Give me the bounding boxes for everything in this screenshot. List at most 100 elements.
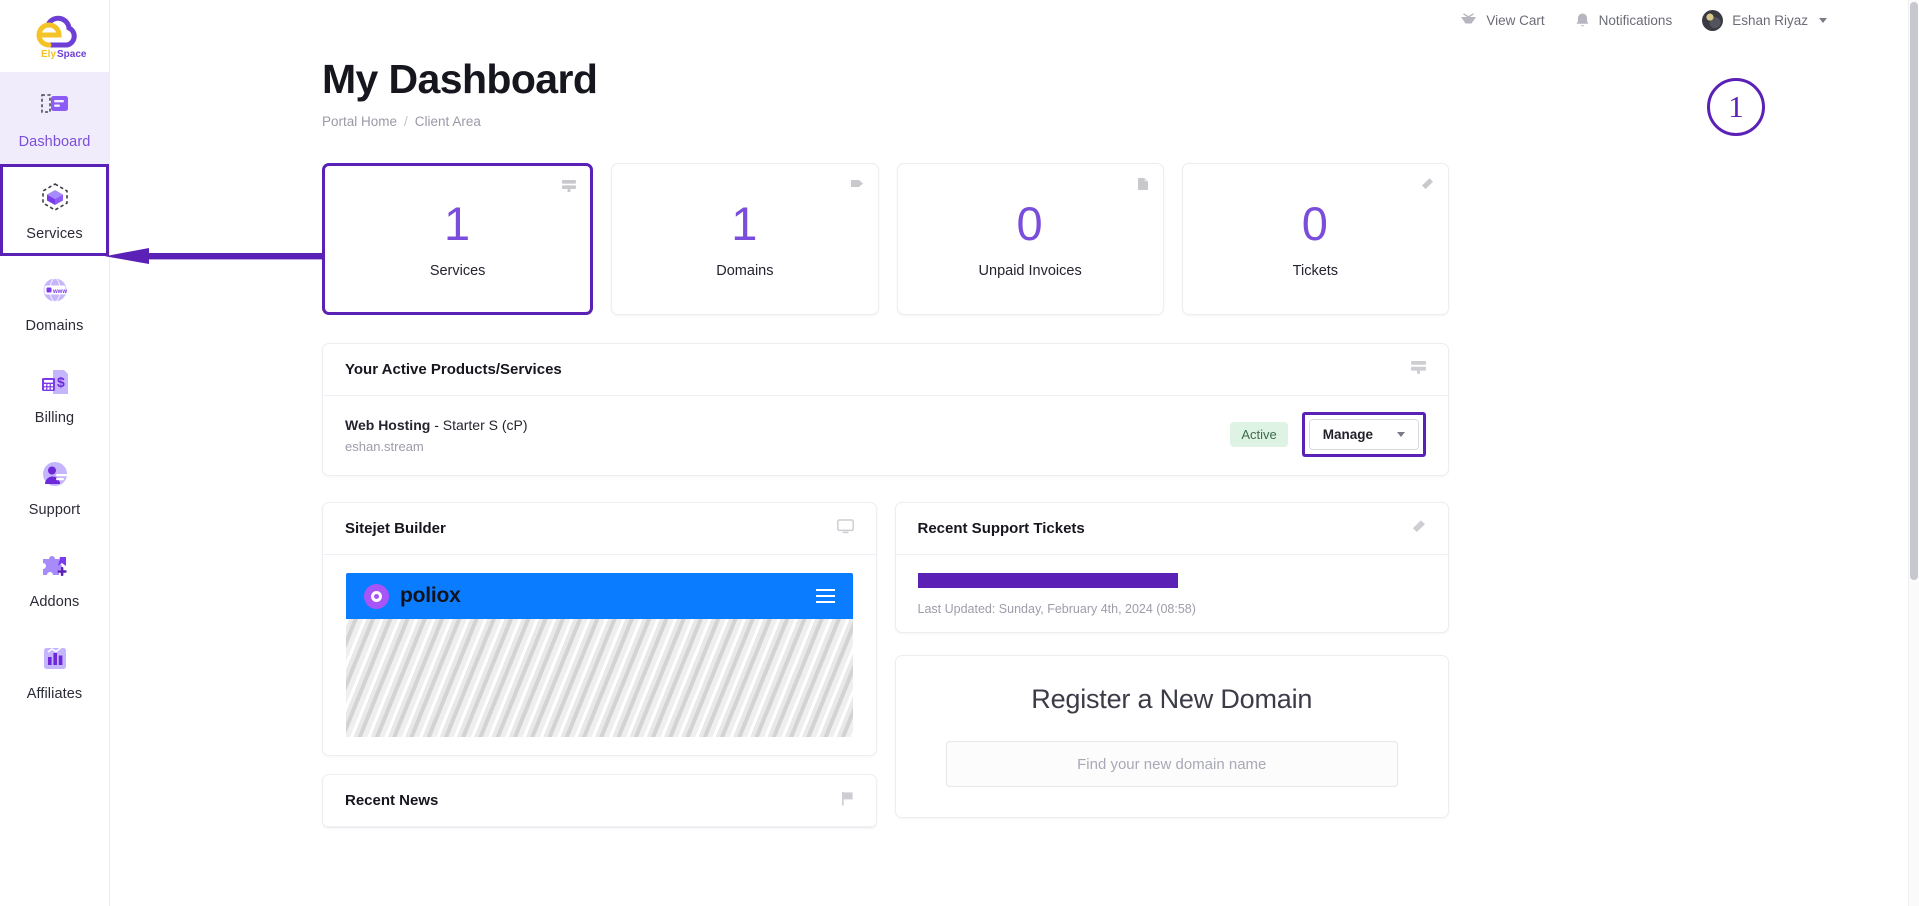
status-badge: Active (1230, 422, 1288, 447)
ticket-last-updated: Last Updated: Sunday, February 4th, 2024… (917, 602, 1196, 616)
ticket-row[interactable]: Last Updated: Sunday, February 4th, 2024… (896, 555, 1449, 632)
sidebar-item-affiliates[interactable]: Affiliates (0, 624, 109, 716)
domain-search-wrap (896, 715, 1449, 817)
product-plan: - Starter S (cP) (434, 416, 528, 433)
panel-header: Recent Support Tickets (895, 503, 1448, 555)
monitor-icon (836, 518, 854, 539)
support-agent-icon (35, 454, 75, 494)
left-column: Sitejet Builder poliox Recent News (322, 502, 877, 828)
notifications-label: Notifications (1598, 12, 1673, 28)
svg-text:www: www (52, 289, 67, 295)
sidebar-item-support[interactable]: Support (0, 440, 109, 532)
user-name-label: Eshan Riyaz (1732, 12, 1808, 28)
addons-puzzle-icon (35, 546, 75, 586)
panel-title: Recent Support Tickets (917, 520, 1085, 537)
stat-label: Unpaid Invoices (978, 262, 1082, 279)
user-menu[interactable]: Eshan Riyaz (1702, 9, 1827, 31)
preview-brand: poliox (364, 583, 461, 609)
register-domain-panel: Register a New Domain (894, 655, 1449, 818)
chevron-down-icon (1819, 17, 1827, 23)
product-domain[interactable]: eshan.stream (345, 439, 1216, 454)
preview-site-header: poliox (346, 573, 853, 619)
panel-header: Sitejet Builder (323, 503, 876, 555)
view-cart-button[interactable]: View Cart (1460, 12, 1545, 28)
scrollbar-thumb[interactable] (1910, 2, 1918, 580)
svg-text:Ely: Ely (41, 49, 56, 60)
stat-card-services[interactable]: 1 Services (322, 163, 594, 315)
dashboard-page: Ely Space Dashboard Services www Domains… (0, 0, 1919, 906)
page-content: My Dashboard Portal Home / Client Area 1… (110, 56, 1919, 828)
breadcrumb-separator: / (404, 114, 408, 129)
chevron-down-icon (1397, 432, 1405, 437)
preview-hero-image (346, 619, 853, 737)
panel-title: Your Active Products/Services (345, 361, 562, 378)
stat-value: 1 (444, 196, 472, 250)
stat-card-unpaid-invoices[interactable]: 0 Unpaid Invoices (896, 163, 1164, 315)
stat-label: Services (429, 262, 486, 279)
domains-globe-icon: www (35, 270, 75, 310)
lower-panels: Sitejet Builder poliox Recent News Recen… (322, 502, 1449, 828)
sidebar-item-billing[interactable]: $ Billing (0, 348, 109, 440)
sidebar-item-label: Services (26, 226, 83, 243)
billing-invoice-icon: $ (35, 362, 75, 402)
sidebar-item-label: Addons (29, 594, 80, 611)
brand-logo[interactable]: Ely Space (0, 0, 109, 72)
dashboard-icon (35, 86, 75, 126)
recent-support-tickets-panel: Recent Support Tickets Last Updated: Sun… (894, 502, 1449, 633)
bell-icon (1575, 12, 1590, 29)
sidebar-item-domains[interactable]: www Domains (0, 256, 109, 348)
main-content: View Cart Notifications Eshan Riyaz My D… (110, 0, 1919, 906)
top-navigation-bar: View Cart Notifications Eshan Riyaz (110, 0, 1919, 40)
manage-label: Manage (1322, 427, 1373, 442)
manage-button-annotation-box: Manage (1301, 412, 1426, 457)
stat-value: 0 (1301, 196, 1329, 250)
stat-card-domains[interactable]: 1 Domains (611, 163, 879, 315)
active-products-panel: Your Active Products/Services Web Hostin… (322, 343, 1449, 476)
recent-news-panel: Recent News (322, 774, 877, 828)
stat-card-tickets[interactable]: 0 Tickets (1181, 163, 1449, 315)
page-title: My Dashboard (322, 56, 598, 102)
sidebar-item-label: Affiliates (26, 686, 83, 703)
cart-icon (1460, 12, 1477, 28)
svg-text:$: $ (57, 374, 65, 390)
panel-header: Your Active Products/Services (323, 344, 1448, 396)
preview-frame: poliox (346, 573, 853, 737)
website-preview[interactable]: poliox (323, 555, 876, 755)
product-info: Web Hosting - Starter S (cP) eshan.strea… (345, 415, 1216, 454)
stat-label: Domains (716, 262, 774, 279)
flag-icon (841, 791, 854, 811)
sidebar-item-addons[interactable]: Addons (0, 532, 109, 624)
product-row: Web Hosting - Starter S (cP) eshan.strea… (323, 396, 1448, 475)
avatar (1702, 9, 1724, 31)
sidebar-item-label: Billing (34, 410, 75, 427)
tag-icon (850, 177, 864, 195)
breadcrumb-client-area[interactable]: Client Area (415, 114, 481, 129)
product-type: Web Hosting (345, 416, 431, 433)
hamburger-menu-icon (815, 585, 835, 607)
sidebar-item-dashboard[interactable]: Dashboard (0, 72, 109, 164)
notifications-button[interactable]: Notifications (1575, 12, 1673, 29)
sidebar-item-services[interactable]: Services (0, 164, 109, 256)
ticket-icon (1420, 177, 1434, 195)
product-name: Web Hosting - Starter S (cP) (345, 415, 1216, 435)
panel-title: Recent News (345, 792, 439, 809)
ticket-subject-redacted (917, 573, 1178, 588)
domain-search-input[interactable] (945, 741, 1398, 787)
sidebar-item-label: Support (28, 502, 81, 519)
services-cube-icon (35, 178, 75, 218)
sitejet-builder-panel: Sitejet Builder poliox (322, 502, 877, 756)
stat-value: 1 (731, 196, 759, 250)
elyspace-logo-icon: Ely Space (19, 11, 91, 61)
svg-text:Space: Space (57, 49, 87, 60)
stat-value: 0 (1016, 196, 1044, 250)
affiliates-chart-icon (35, 638, 75, 678)
file-icon (1137, 177, 1149, 196)
manage-button[interactable]: Manage (1308, 419, 1419, 450)
page-scrollbar[interactable] (1908, 0, 1919, 906)
server-icon (1411, 360, 1426, 379)
stat-label: Tickets (1292, 262, 1339, 279)
preview-site-name: poliox (400, 584, 461, 607)
server-icon (562, 179, 577, 197)
breadcrumb-portal-home[interactable]: Portal Home (322, 114, 397, 129)
panel-title: Sitejet Builder (345, 520, 446, 537)
